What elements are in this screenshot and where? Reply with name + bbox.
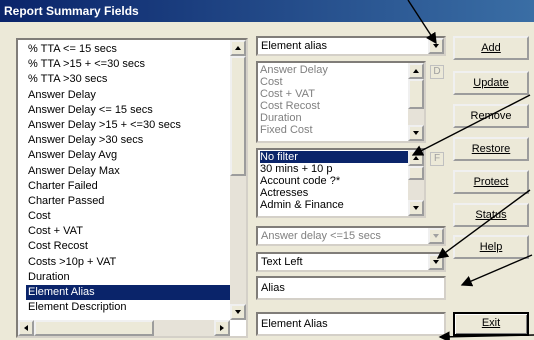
update-button[interactable]: Update <box>453 71 529 95</box>
down-arrow-icon <box>413 206 419 210</box>
fields-vscroll[interactable] <box>408 63 424 141</box>
alignment-combo[interactable]: Text Left <box>256 252 446 272</box>
field-list-item[interactable]: Cost Recost <box>28 239 246 254</box>
up-arrow-icon <box>413 69 419 73</box>
scroll-right-button[interactable] <box>214 320 230 336</box>
filter-scroll-thumb[interactable] <box>408 166 424 180</box>
field-list-item[interactable]: Cost <box>28 209 246 224</box>
filter-list-item[interactable]: 30 mins + 10 p <box>260 163 424 175</box>
status-label: Status <box>475 209 507 221</box>
summary-field-list[interactable]: % TTA <= 15 secs% TTA >15 + <=30 secs% T… <box>16 38 248 338</box>
fields-scroll-down-button[interactable] <box>408 125 424 141</box>
dropdown-arrow-icon <box>433 44 439 48</box>
remove-label: Remove <box>470 110 512 122</box>
field-list-item[interactable]: Charter Failed <box>28 179 246 194</box>
fields-items: Answer Delay Cost Cost + VAT Cost Recost Dur… <box>258 63 424 136</box>
restore-label: Restore <box>471 143 511 155</box>
fields-list-item[interactable]: Cost Recost <box>260 100 424 112</box>
field-list-item[interactable]: Answer Delay Max <box>28 164 246 179</box>
field-items: % TTA <= 15 secs% TTA >15 + <=30 secs% T… <box>18 40 246 320</box>
field-list-item[interactable]: Costs >10p + VAT <box>28 255 246 270</box>
field-list-vscroll[interactable] <box>230 40 246 320</box>
fields-d-button[interactable]: D <box>430 65 444 79</box>
filter-listbox[interactable]: No filter 30 mins + 10 p Account code ?* Ac… <box>256 148 426 218</box>
right-arrow-icon <box>220 325 224 331</box>
field-list-item[interactable]: Answer Delay <= 15 secs <box>28 103 246 118</box>
field-list-item[interactable]: % TTA >30 secs <box>28 72 246 87</box>
element-alias-field[interactable]: Element Alias <box>256 312 446 336</box>
report-summary-fields-window: Report Summary Fields % TTA <= 15 secs% … <box>0 0 534 340</box>
dialog-body: % TTA <= 15 secs% TTA >15 + <=30 secs% T… <box>0 22 534 340</box>
update-label: Update <box>473 77 509 89</box>
protect-label: Protect <box>473 176 509 188</box>
filter-list-item[interactable]: No filter <box>260 151 424 163</box>
fields-listbox[interactable]: Answer Delay Cost Cost + VAT Cost Recost Dur… <box>256 61 426 143</box>
field-list-item[interactable]: % TTA >15 + <=30 secs <box>28 57 246 72</box>
dropdown-arrow-icon <box>433 234 439 238</box>
field-list-item[interactable]: Element Alias <box>26 285 246 301</box>
element-type-combo[interactable]: Element alias <box>256 36 446 56</box>
field-list-hscroll[interactable] <box>18 320 230 336</box>
hscroll-thumb[interactable] <box>34 320 154 336</box>
help-label: Help <box>479 241 503 253</box>
summary-field-value: Answer delay <=15 secs <box>261 230 381 242</box>
field-list-item[interactable]: Answer Delay Avg <box>28 148 246 163</box>
fields-scroll-up-button[interactable] <box>408 63 424 79</box>
left-arrow-icon <box>24 325 28 331</box>
field-list-item[interactable]: Answer Delay >15 + <=30 secs <box>28 118 246 133</box>
up-arrow-icon <box>235 46 241 50</box>
alias-field[interactable]: Alias <box>256 276 446 300</box>
protect-button[interactable]: Protect <box>453 170 529 194</box>
field-list-item[interactable]: Answer Delay >30 secs <box>28 133 246 148</box>
add-button[interactable]: Add <box>453 36 529 60</box>
remove-button[interactable]: Remove <box>453 104 529 128</box>
field-list-item[interactable]: % TTA <= 15 secs <box>28 42 246 57</box>
scroll-left-button[interactable] <box>18 320 34 336</box>
fields-scroll-thumb[interactable] <box>408 79 424 109</box>
fields-list-item[interactable]: Cost <box>260 76 424 88</box>
summary-field-dropdown-button[interactable] <box>428 228 444 244</box>
help-button[interactable]: Help <box>453 235 529 259</box>
dropdown-arrow-icon <box>433 260 439 264</box>
add-label: Add <box>481 42 501 54</box>
filter-list-item[interactable]: Actresses <box>260 187 424 199</box>
exit-button[interactable]: Exit <box>453 312 529 336</box>
exit-label: Exit <box>481 317 501 329</box>
status-button[interactable]: Status <box>453 203 529 227</box>
scroll-up-button[interactable] <box>230 40 246 56</box>
scroll-thumb[interactable] <box>230 56 246 176</box>
fields-list-item[interactable]: Duration <box>260 112 424 124</box>
element-type-dropdown-button[interactable] <box>428 38 444 54</box>
window-title: Report Summary Fields <box>0 0 534 22</box>
up-arrow-icon <box>413 156 419 160</box>
filter-list-item[interactable]: Admin & Finance <box>260 199 424 211</box>
field-list-item[interactable]: Answer Delay <box>28 88 246 103</box>
restore-button[interactable]: Restore <box>453 137 529 161</box>
field-list-item[interactable]: Cost + VAT <box>28 224 246 239</box>
down-arrow-icon <box>235 310 241 314</box>
filter-f-button[interactable]: F <box>430 152 444 166</box>
filter-scroll-down-button[interactable] <box>408 200 424 216</box>
alignment-value: Text Left <box>261 256 303 268</box>
fields-list-item[interactable]: Fixed Cost <box>260 124 424 136</box>
filter-scroll-up-button[interactable] <box>408 150 424 166</box>
down-arrow-icon <box>413 131 419 135</box>
field-list-item[interactable]: Element Description <box>28 300 246 315</box>
filter-items: No filter 30 mins + 10 p Account code ?* Ac… <box>258 150 424 211</box>
summary-field-combo[interactable]: Answer delay <=15 secs <box>256 226 446 246</box>
filter-vscroll[interactable] <box>408 150 424 216</box>
field-list-item[interactable]: Duration <box>28 270 246 285</box>
element-type-value: Element alias <box>261 40 328 52</box>
scroll-down-button[interactable] <box>230 304 246 320</box>
fields-list-item[interactable]: Answer Delay <box>260 64 424 76</box>
field-list-item[interactable]: Charter Passed <box>28 194 246 209</box>
fields-list-item[interactable]: Cost + VAT <box>260 88 424 100</box>
alignment-dropdown-button[interactable] <box>428 254 444 270</box>
filter-list-item[interactable]: Account code ?* <box>260 175 424 187</box>
